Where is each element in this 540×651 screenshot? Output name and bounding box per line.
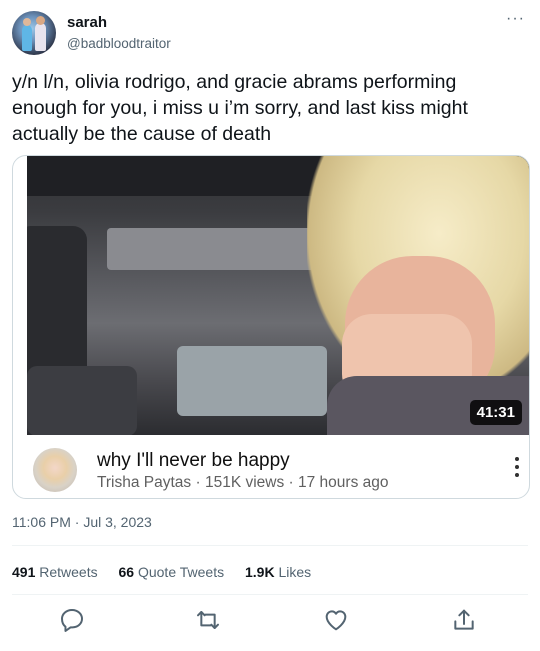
video-thumbnail[interactable]: 41:31 (27, 156, 529, 435)
divider (12, 594, 528, 595)
tweet-actions (12, 604, 528, 636)
video-meta: Trisha Paytas · 151K views · 17 hours ag… (97, 474, 389, 491)
likes-stat[interactable]: 1.9K Likes (245, 564, 311, 580)
divider (12, 545, 528, 546)
tweet-stats: 491 Retweets 66 Quote Tweets 1.9K Likes (12, 564, 328, 580)
author-handle[interactable]: @badbloodtraitor (67, 36, 171, 51)
video-duration-badge: 41:31 (469, 400, 522, 425)
tweet-timestamp[interactable]: 11:06 PM · Jul 3, 2023 (12, 514, 152, 530)
more-options-icon[interactable]: ··· (506, 10, 525, 28)
tweet-text: y/n l/n, olivia rodrigo, and gracie abra… (12, 71, 468, 145)
author-avatar[interactable] (12, 11, 56, 55)
video-title[interactable]: why I'll never be happy (97, 450, 290, 472)
video-card[interactable]: 41:31 why I'll never be happy Trisha Pay… (12, 155, 530, 499)
video-menu-icon[interactable] (515, 457, 519, 481)
retweet-icon[interactable] (192, 604, 224, 636)
like-icon[interactable] (320, 604, 352, 636)
quote-tweets-stat[interactable]: 66 Quote Tweets (119, 564, 225, 580)
author-name[interactable]: sarah (67, 14, 107, 31)
share-icon[interactable] (448, 604, 480, 636)
retweets-stat[interactable]: 491 Retweets (12, 564, 98, 580)
reply-icon[interactable] (56, 604, 88, 636)
channel-avatar[interactable] (33, 448, 77, 492)
